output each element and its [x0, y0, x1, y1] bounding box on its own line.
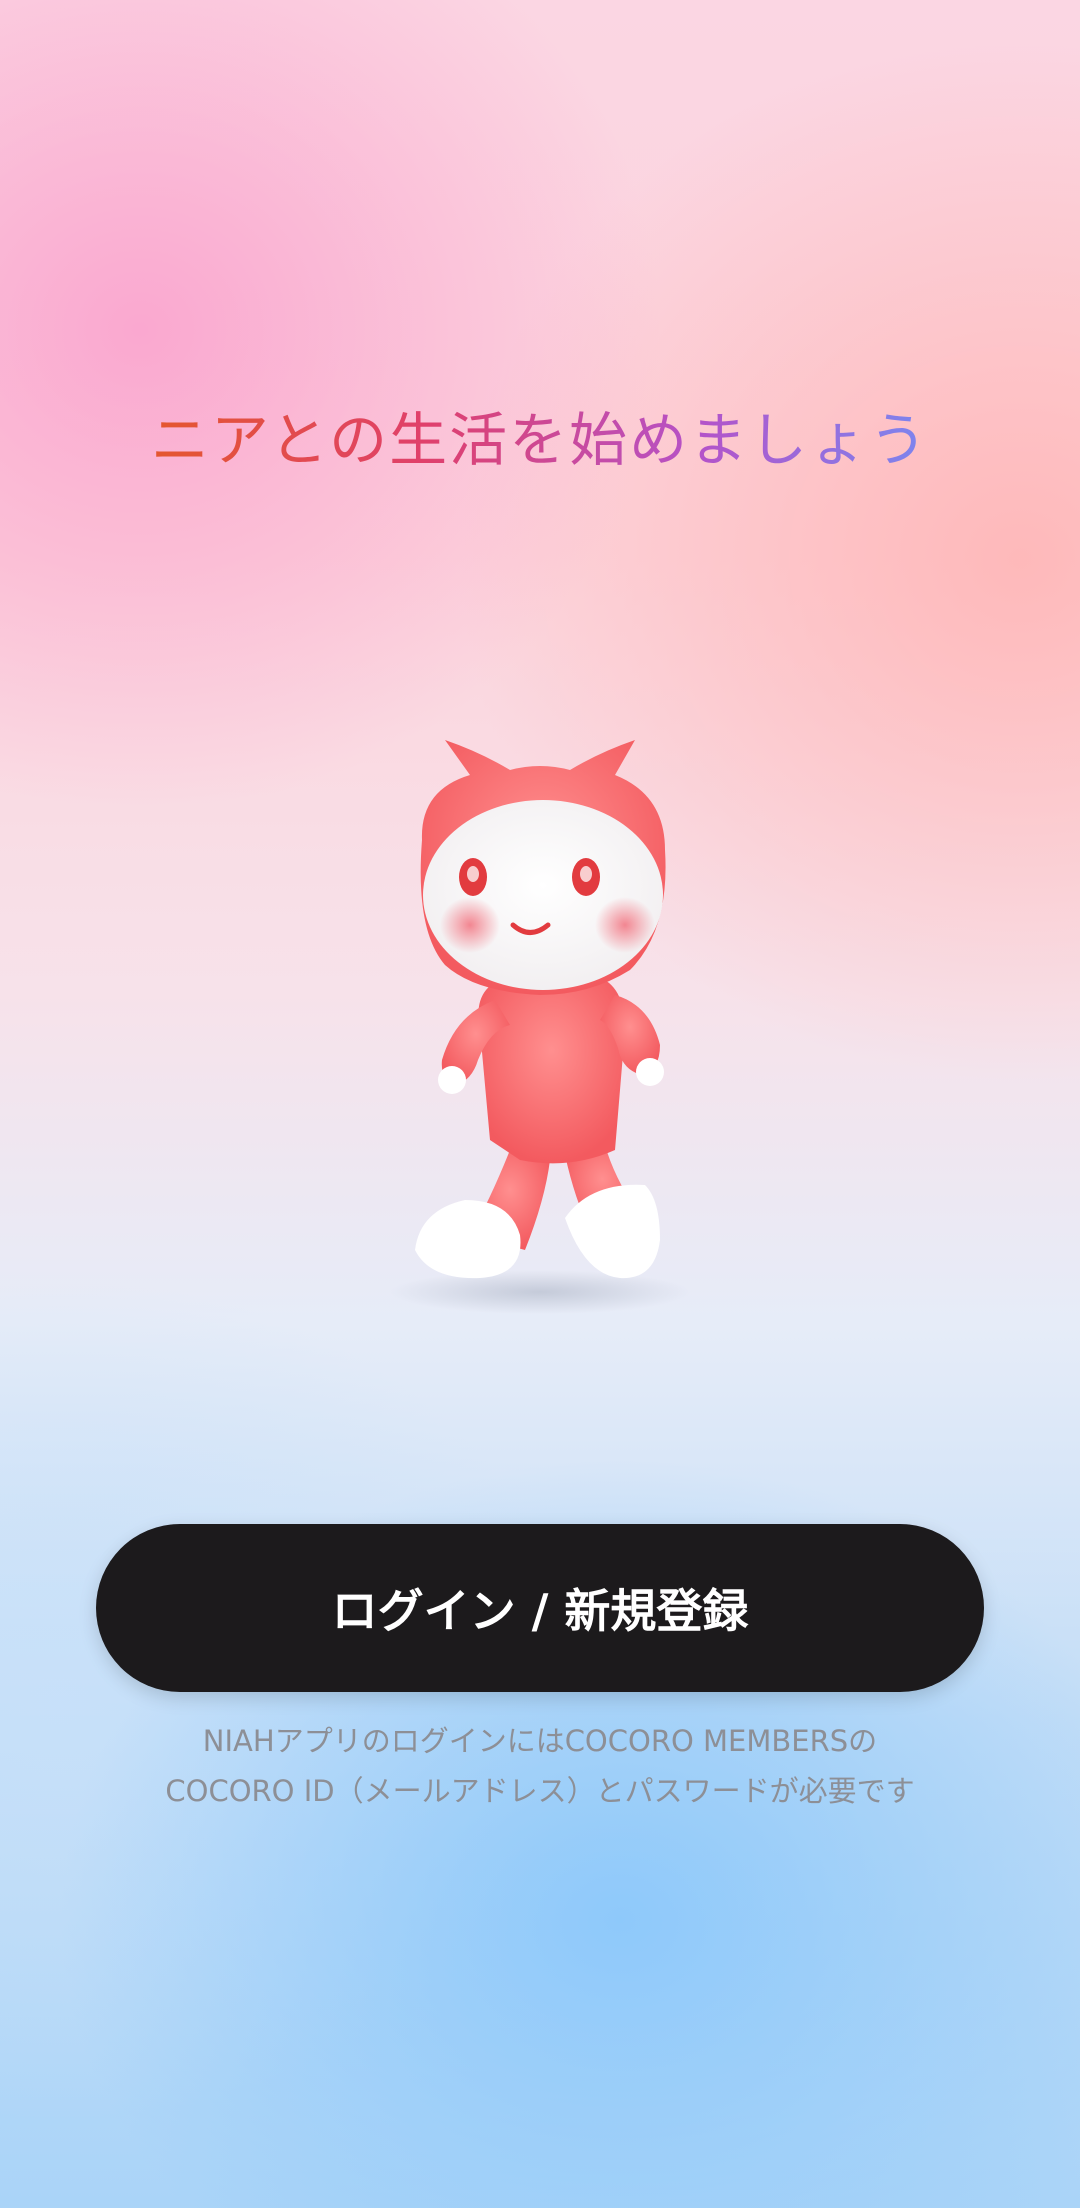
note-line-2: COCORO ID（メールアドレス）とパスワードが必要です: [165, 1774, 915, 1808]
login-screen: ニアとの生活を始めましょう ログイン / 新規登録 NIAHアプリのログインには…: [0, 0, 1080, 2208]
login-register-button[interactable]: ログイン / 新規登録: [96, 1524, 984, 1692]
welcome-headline-text: ニアとの生活を始めましょう: [150, 406, 930, 474]
mascot-character-icon: [390, 740, 690, 1314]
welcome-headline: ニアとの生活を始めましょう: [0, 400, 1080, 480]
note-line-1: NIAHアプリのログインにはCOCORO MEMBERSの: [202, 1724, 878, 1758]
login-register-button-label: ログイン / 新規登録: [331, 1584, 749, 1638]
login-requirement-note: NIAHアプリのログインにはCOCORO MEMBERSの COCORO ID（…: [0, 1716, 1080, 1816]
mascot-illustration: [360, 730, 720, 1330]
